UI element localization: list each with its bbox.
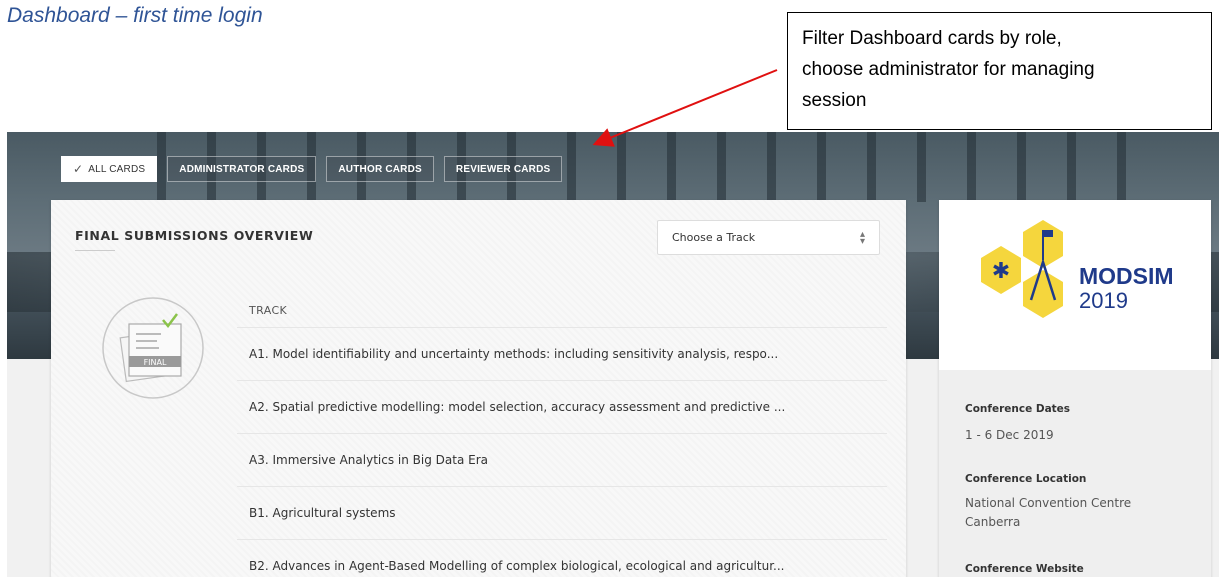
track-label: A3. Immersive Analytics in Big Data Era xyxy=(249,453,488,467)
select-placeholder: Choose a Track xyxy=(672,231,756,244)
app-window: ✓ ALL CARDS ADMINISTRATOR CARDS AUTHOR C… xyxy=(7,132,1219,577)
track-list: A1. Model identifiability and uncertaint… xyxy=(237,327,887,577)
track-item[interactable]: B1. Agricultural systems xyxy=(237,486,887,539)
filter-all-cards[interactable]: ✓ ALL CARDS xyxy=(61,156,158,182)
filter-label: ADMINISTRATOR CARDS xyxy=(179,163,305,175)
callout-line: session xyxy=(802,90,867,111)
callout-line: choose administrator for managing xyxy=(802,59,1095,80)
final-document-icon: FINAL xyxy=(102,297,204,399)
filter-label: REVIEWER CARDS xyxy=(455,163,551,175)
document-heading: Dashboard – first time login xyxy=(7,4,263,27)
track-label: A2. Spatial predictive modelling: model … xyxy=(249,400,786,414)
track-item[interactable]: A2. Spatial predictive modelling: model … xyxy=(237,380,887,433)
check-icon: ✓ xyxy=(73,162,84,176)
logo-text: MODSIM xyxy=(1079,263,1174,289)
select-arrows-icon: ▴ ▾ xyxy=(859,228,865,247)
track-column-header: TRACK xyxy=(249,304,288,317)
badge-label: FINAL xyxy=(144,358,167,367)
callout-line: Filter Dashboard cards by role, xyxy=(802,28,1062,49)
website-label: Conference Website xyxy=(965,563,1084,575)
modsim-logo-icon: ✱ MODSIM 2019 xyxy=(981,220,1174,318)
conference-logo: ✱ MODSIM 2019 xyxy=(939,200,1211,370)
title-divider xyxy=(75,250,115,251)
dates-value: 1 - 6 Dec 2019 xyxy=(965,428,1054,442)
filter-author-cards[interactable]: AUTHOR CARDS xyxy=(326,156,434,182)
track-item[interactable]: A3. Immersive Analytics in Big Data Era xyxy=(237,433,887,486)
svg-text:✱: ✱ xyxy=(992,259,1010,284)
filter-label: ALL CARDS xyxy=(88,163,146,175)
filter-reviewer-cards[interactable]: REVIEWER CARDS xyxy=(443,156,563,182)
track-item[interactable]: B2. Advances in Agent-Based Modelling of… xyxy=(237,539,887,577)
location-line: National Convention Centre xyxy=(965,496,1132,510)
filter-label: AUTHOR CARDS xyxy=(338,163,422,175)
filter-administrator-cards[interactable]: ADMINISTRATOR CARDS xyxy=(167,156,317,182)
final-submissions-card: FINAL SUBMISSIONS OVERVIEW Choose a Trac… xyxy=(51,200,906,577)
card-title: FINAL SUBMISSIONS OVERVIEW xyxy=(75,228,314,243)
track-label: B2. Advances in Agent-Based Modelling of… xyxy=(249,559,785,573)
track-label: A1. Model identifiability and uncertaint… xyxy=(249,347,779,361)
annotation-callout: Filter Dashboard cards by role, choose a… xyxy=(787,12,1212,130)
dates-label: Conference Dates xyxy=(965,403,1071,415)
location-label: Conference Location xyxy=(965,473,1087,485)
track-label: B1. Agricultural systems xyxy=(249,506,396,520)
track-item[interactable]: A1. Model identifiability and uncertaint… xyxy=(237,327,887,380)
location-line: Canberra xyxy=(965,515,1021,529)
track-select[interactable]: Choose a Track ▴ ▾ xyxy=(657,220,880,255)
logo-year: 2019 xyxy=(1079,288,1128,313)
card-filter-bar: ✓ ALL CARDS ADMINISTRATOR CARDS AUTHOR C… xyxy=(61,156,563,182)
conference-info-card: ✱ MODSIM 2019 Conference Dates 1 - 6 Dec… xyxy=(939,200,1211,577)
